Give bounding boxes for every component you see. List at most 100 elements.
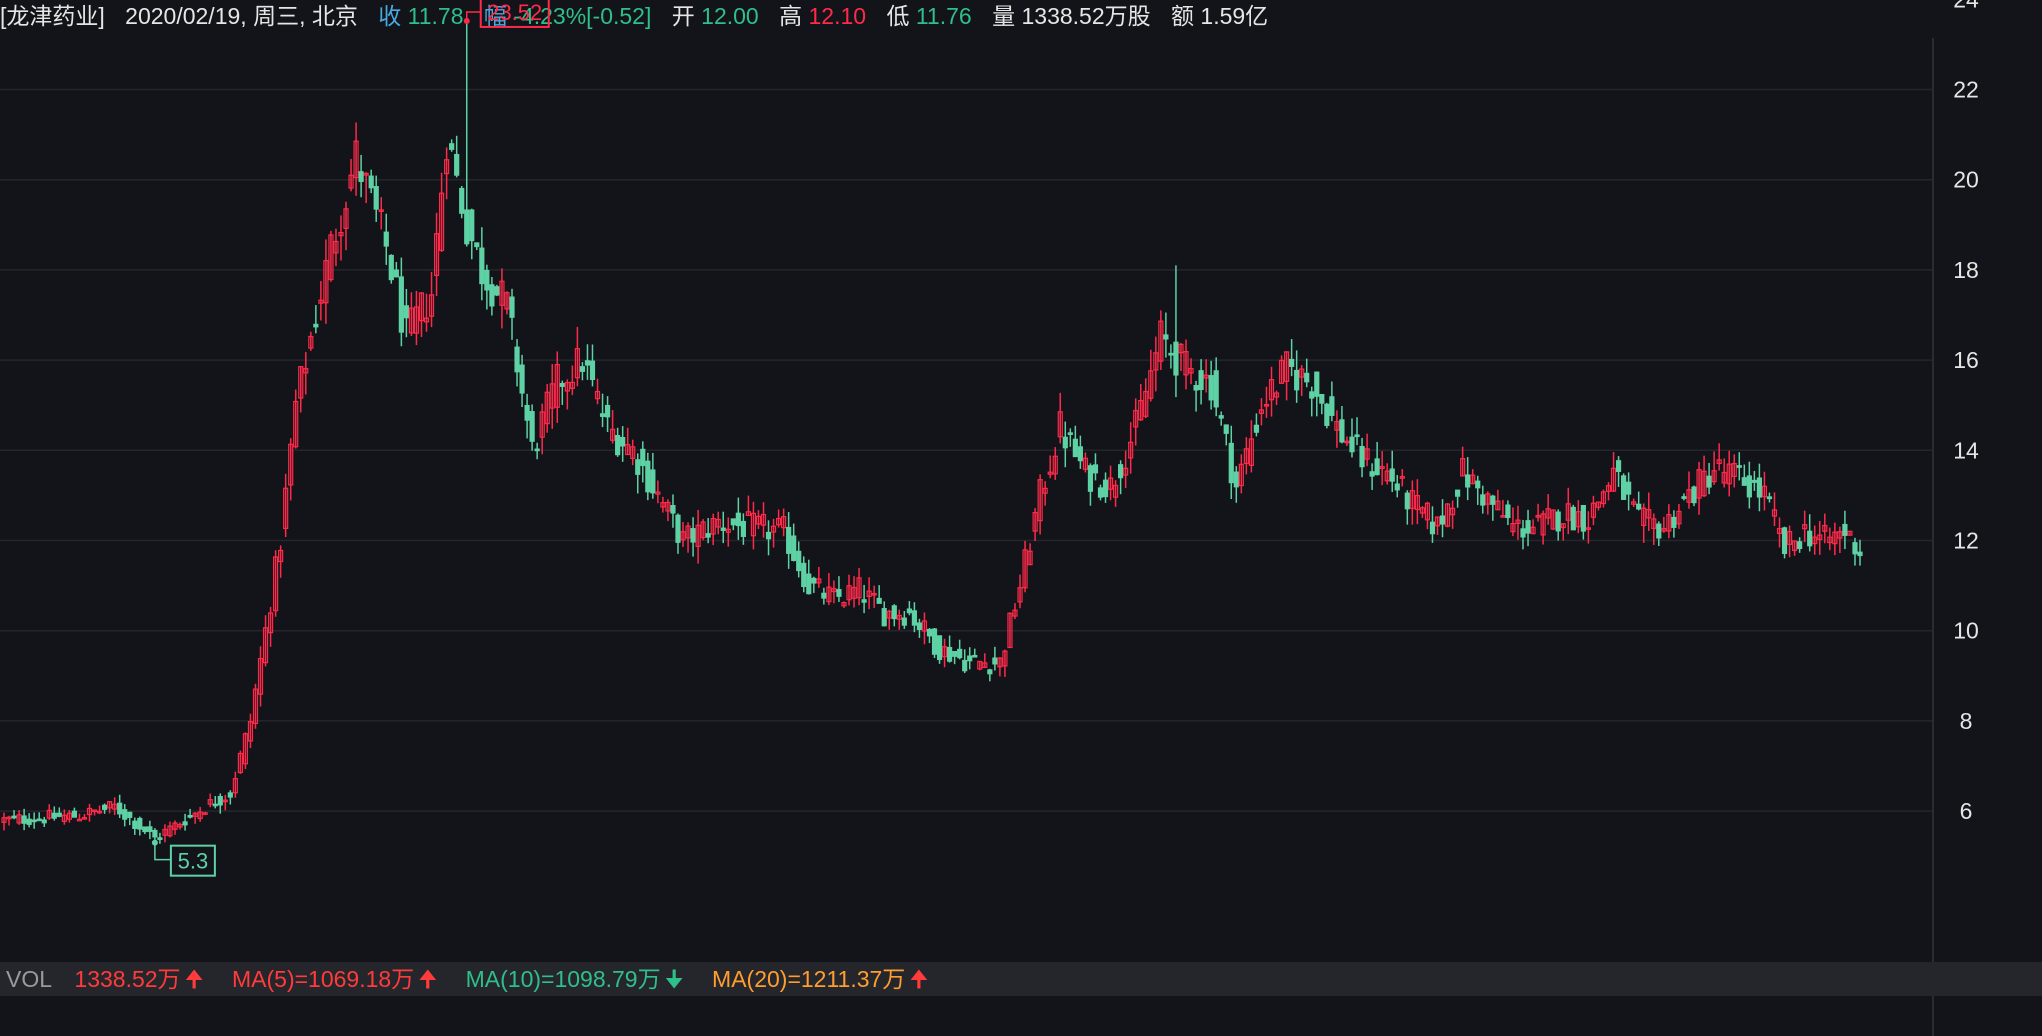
candle-body xyxy=(906,608,912,614)
candle-body xyxy=(1213,370,1219,408)
candle-body xyxy=(1077,446,1083,462)
candle-body xyxy=(1706,475,1712,488)
candle-body xyxy=(1555,511,1561,532)
candle-body xyxy=(1520,528,1526,538)
candle-body xyxy=(1253,424,1260,433)
ma10-value: MA(10)=1098.79万 xyxy=(465,966,661,992)
candle-body xyxy=(881,608,887,627)
candle-body xyxy=(620,437,626,447)
candle-body xyxy=(1842,523,1848,536)
candle-body xyxy=(1208,375,1214,401)
candle-body xyxy=(821,592,827,599)
candle-body xyxy=(1062,436,1068,449)
y-tick-label: 18 xyxy=(1953,257,1979,283)
candle-body xyxy=(675,514,681,543)
candle-body xyxy=(1626,481,1632,495)
candle-body xyxy=(383,231,389,247)
candle-body xyxy=(1072,438,1078,458)
candle-body xyxy=(393,269,399,278)
candle-body xyxy=(786,526,792,554)
candle-body xyxy=(992,657,998,665)
candle-body xyxy=(635,459,641,475)
candle-body xyxy=(1766,496,1773,500)
candle-body xyxy=(187,814,193,818)
candle-body xyxy=(811,577,817,584)
candlestick-chart[interactable]: 6 8 10 12 14 16 18 20 22 24 23.52 5.3 xyxy=(0,0,2042,1036)
candle-body xyxy=(861,599,867,603)
candle-body xyxy=(947,646,953,662)
candle-body xyxy=(735,512,741,527)
candle-body xyxy=(604,404,611,418)
candle-body xyxy=(484,269,490,291)
y-tick-label: 6 xyxy=(1960,798,1973,824)
candle-body xyxy=(1314,371,1320,397)
candle-body xyxy=(1173,341,1179,376)
candle-body xyxy=(1741,477,1747,486)
vol-label: VOL xyxy=(6,966,53,992)
y-tick-label: 8 xyxy=(1960,708,1973,734)
candle-body xyxy=(806,573,812,595)
candle-body xyxy=(1349,436,1355,453)
candle-body xyxy=(459,187,465,214)
candle-body xyxy=(1118,464,1124,479)
candle-body xyxy=(740,520,746,537)
candle-body xyxy=(559,383,565,387)
candle-body xyxy=(227,792,233,798)
candle-body xyxy=(1102,479,1109,498)
candle-body xyxy=(1193,385,1199,391)
candle-body xyxy=(1092,464,1099,474)
candle-body xyxy=(876,597,882,604)
candle-body xyxy=(1324,403,1330,426)
candle-body xyxy=(1671,516,1677,528)
candle-body xyxy=(796,550,802,572)
y-tick-label: 24 xyxy=(1953,0,1979,12)
candle-body xyxy=(368,175,374,189)
y-tick-label: 22 xyxy=(1953,77,1979,103)
extreme-markers: 23.52 5.3 xyxy=(151,0,550,877)
candle-body xyxy=(1580,504,1586,532)
candle-body xyxy=(1807,530,1813,547)
y-tick-label: 10 xyxy=(1953,618,1979,644)
arrow-down-icon: 🠋 xyxy=(664,966,684,992)
candle-body xyxy=(1233,471,1239,488)
candle-body xyxy=(690,528,696,543)
candle-body xyxy=(534,448,540,452)
candle-body xyxy=(101,804,108,810)
candle-body xyxy=(615,434,621,456)
candle-body xyxy=(1404,492,1410,510)
candle-body xyxy=(1736,465,1742,468)
candle-body xyxy=(1746,475,1752,498)
candle-body xyxy=(901,617,907,626)
candle-body xyxy=(1369,471,1375,477)
candle-body xyxy=(891,605,897,620)
candle-body xyxy=(1294,369,1300,391)
candle-body xyxy=(1359,445,1365,468)
candle-body xyxy=(474,242,480,248)
candle-body xyxy=(1354,434,1360,438)
candle-body xyxy=(599,413,606,417)
candle-body xyxy=(972,654,978,658)
candle-body xyxy=(1389,468,1395,482)
candle-body xyxy=(916,622,923,631)
candle-body xyxy=(720,527,726,531)
candle-body xyxy=(514,346,520,373)
candle-body xyxy=(489,284,495,307)
candle-body xyxy=(584,360,591,366)
candle-body xyxy=(449,143,455,150)
candle-body xyxy=(21,815,27,824)
candle-body xyxy=(464,209,470,245)
grid-lines xyxy=(0,0,1933,812)
y-tick-label: 14 xyxy=(1953,437,1979,463)
candle-body xyxy=(987,669,993,675)
candle-body xyxy=(640,448,646,467)
candle-body xyxy=(11,815,17,819)
candle-body xyxy=(127,811,133,818)
candle-body xyxy=(589,360,596,381)
candle-body xyxy=(454,153,460,176)
candle-body xyxy=(1781,527,1788,555)
candle-body xyxy=(730,518,736,526)
candle-body xyxy=(1656,523,1662,539)
candle-body xyxy=(403,305,409,319)
candle-body xyxy=(1319,393,1325,404)
min-marker-line xyxy=(154,842,171,861)
